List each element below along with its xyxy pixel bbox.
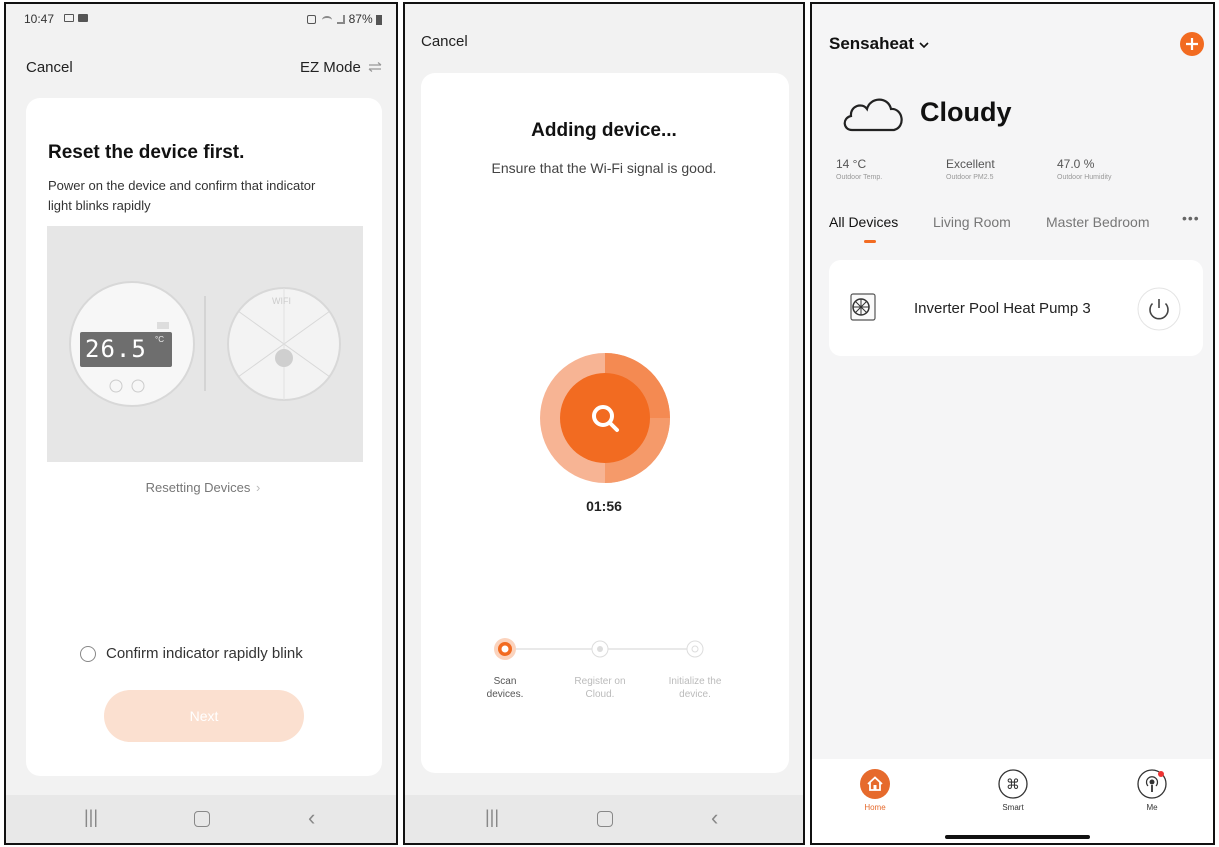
- battery-icon: [376, 14, 382, 25]
- heat-pump-icon: [850, 293, 876, 321]
- wifi-label: WIFI: [272, 296, 291, 306]
- step-register-line1: Register on: [574, 676, 626, 687]
- instruction-text: Power on the device and confirm that ind…: [48, 178, 316, 213]
- step-scan-line1: Scan: [493, 676, 517, 687]
- home-indicator: [945, 835, 1090, 839]
- device-card[interactable]: Inverter Pool Heat Pump 3: [829, 260, 1203, 356]
- notification-icon: [78, 14, 88, 22]
- nav-smart-label[interactable]: Smart: [983, 803, 1043, 812]
- home-screen: Sensaheat Cloudy 14 °C Outdoor Temp. Exc…: [810, 2, 1215, 845]
- home-nav-button[interactable]: [597, 811, 613, 827]
- chevron-down-icon: [919, 42, 929, 49]
- recents-button[interactable]: |||: [84, 807, 98, 828]
- command-icon[interactable]: ⌘: [998, 769, 1028, 799]
- back-button[interactable]: ‹: [308, 805, 315, 831]
- power-icon[interactable]: [1137, 287, 1181, 331]
- home-name: Sensaheat: [829, 34, 915, 53]
- weather-condition: Cloudy: [920, 97, 1012, 127]
- device-name: Inverter Pool Heat Pump 3: [914, 300, 1091, 317]
- outdoor-humidity-value: 47.0 %: [1057, 157, 1095, 171]
- temperature-unit: °C: [155, 335, 164, 344]
- bottom-tab-bar: Home ⌘ Smart Me: [812, 759, 1213, 843]
- chevron-right-icon: ›: [256, 480, 261, 495]
- reset-screen: 10:47 87% Cancel EZ Mode Reset the devic…: [4, 2, 398, 845]
- status-time: 10:47: [24, 12, 55, 26]
- page-title: Reset the device first.: [48, 142, 245, 163]
- back-button[interactable]: ‹: [711, 805, 718, 831]
- resetting-devices-link[interactable]: Resetting Devices ›: [6, 480, 396, 495]
- page-title: Adding device...: [531, 120, 677, 141]
- step-register: Register on Cloud.: [560, 675, 640, 701]
- plus-icon[interactable]: [1180, 32, 1204, 56]
- android-nav-bar: ||| ‹: [405, 795, 803, 843]
- step-register-line2: Cloud.: [585, 689, 615, 700]
- countdown-timer: 01:56: [586, 498, 622, 514]
- wifi-icon: [321, 15, 332, 24]
- ez-mode-button[interactable]: EZ Mode: [300, 59, 382, 76]
- cloud-icon: [843, 98, 903, 132]
- ez-mode-label: EZ Mode: [299, 59, 361, 76]
- adding-device-screen: Cancel Adding device... Ensure that the …: [403, 2, 805, 845]
- step-initialize-line1: Initialize the: [668, 676, 722, 687]
- outdoor-pm25-label: Outdoor PM2.5: [946, 174, 994, 181]
- switch-mode-icon: [368, 62, 382, 72]
- battery-percent: 87%: [348, 12, 373, 26]
- tab-all-devices[interactable]: All Devices: [829, 214, 898, 230]
- nav-home-label[interactable]: Home: [845, 803, 905, 812]
- next-button[interactable]: Next: [104, 690, 304, 742]
- recents-button[interactable]: |||: [485, 807, 499, 828]
- podcast-icon[interactable]: [1137, 769, 1167, 799]
- reset-illustration: 26.5 °C WIFI: [47, 226, 363, 462]
- android-nav-bar: ||| ‹: [6, 795, 396, 843]
- signal-icon: [337, 15, 346, 25]
- svg-text:⌘: ⌘: [1006, 777, 1020, 793]
- resetting-devices-label: Resetting Devices: [145, 480, 251, 495]
- outdoor-temp-value: 14 °C: [836, 157, 867, 171]
- nav-me-label[interactable]: Me: [1122, 803, 1182, 812]
- cancel-button[interactable]: Cancel: [421, 33, 468, 50]
- status-battery: 87%: [306, 12, 382, 26]
- outdoor-temp-label: Outdoor Temp.: [836, 174, 883, 181]
- tab-living-room[interactable]: Living Room: [933, 214, 1011, 230]
- confirm-radio[interactable]: [80, 646, 96, 662]
- search-icon: [592, 405, 619, 432]
- tab-master-bedroom[interactable]: Master Bedroom: [1046, 214, 1149, 230]
- step-scan: Scan devices.: [465, 675, 545, 701]
- more-tabs-icon[interactable]: •••: [1182, 210, 1200, 226]
- gallery-icon: [64, 14, 74, 22]
- step-initialize: Initialize the device.: [655, 675, 735, 701]
- active-tab-indicator: [864, 240, 876, 243]
- status-bar: 10:47 87%: [24, 12, 382, 28]
- step-initialize-line2: device.: [679, 689, 711, 700]
- cancel-button[interactable]: Cancel: [26, 59, 73, 76]
- home-nav-button[interactable]: [194, 811, 210, 827]
- alarm-icon: [306, 15, 316, 25]
- outdoor-pm25-value: Excellent: [946, 157, 995, 171]
- temperature-display: 26.5: [85, 335, 147, 363]
- confirm-label[interactable]: Confirm indicator rapidly blink: [106, 645, 303, 662]
- outdoor-humidity-label: Outdoor Humidity: [1057, 174, 1112, 181]
- subtitle: Ensure that the Wi-Fi signal is good.: [491, 160, 717, 176]
- progress-steps: [494, 638, 704, 660]
- home-icon[interactable]: [860, 769, 890, 799]
- home-selector[interactable]: Sensaheat: [829, 34, 929, 54]
- step-scan-line2: devices.: [486, 689, 524, 700]
